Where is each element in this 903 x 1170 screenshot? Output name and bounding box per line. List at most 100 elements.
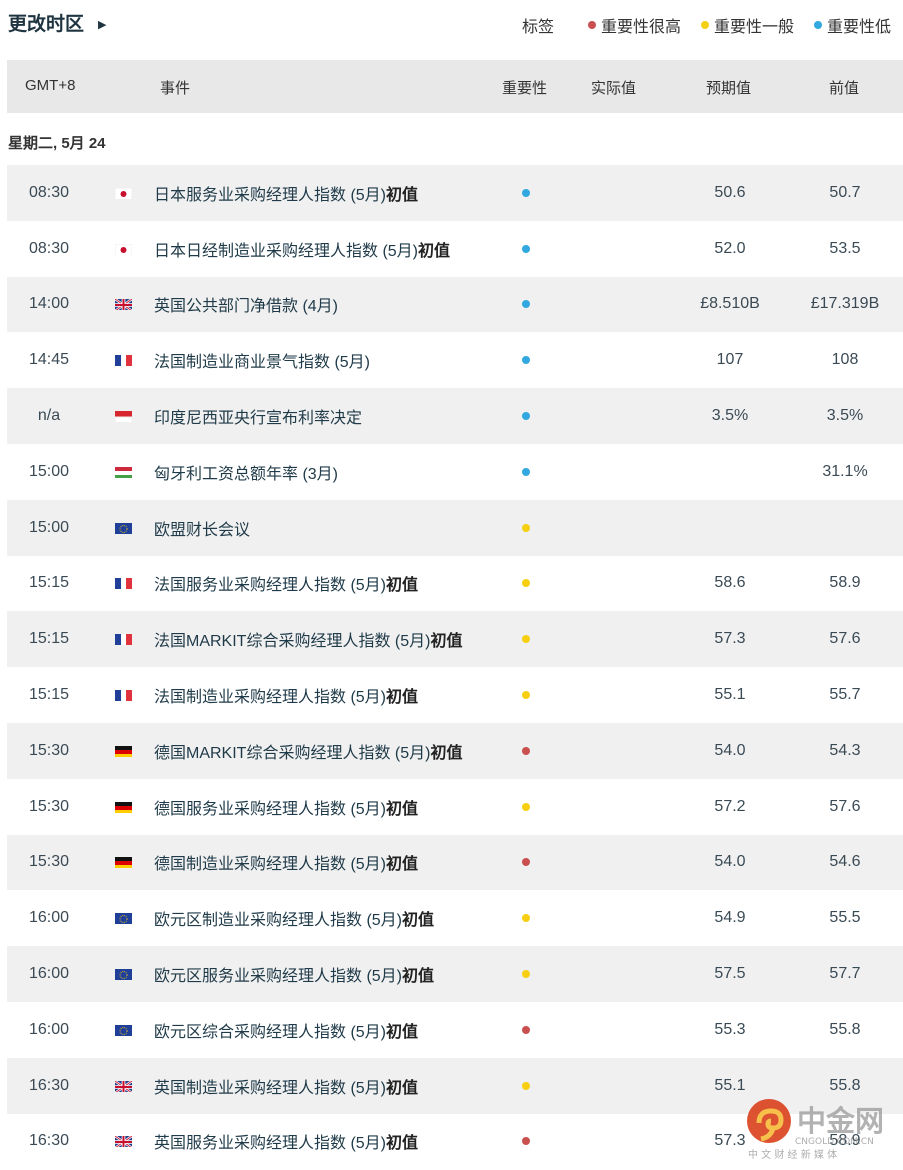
dot-icon: [813, 21, 822, 29]
importance-medium-dot-icon: [522, 579, 530, 588]
fr-flag-icon: [115, 633, 132, 646]
event-name[interactable]: 英国制造业采购经理人指数 (5月)初值: [154, 1074, 418, 1098]
previous-value: 108: [831, 351, 859, 369]
gb-flag-icon: [115, 298, 132, 311]
event-suffix: 初值: [386, 1135, 419, 1153]
table-row[interactable]: 15:30 德国MARKIT综合采购经理人指数 (5月)初值 54.0 54.3: [7, 722, 903, 779]
fr-flag-icon: [115, 354, 132, 367]
de-flag-icon: [115, 745, 132, 757]
event-title: 匈牙利工资总额年率 (3月): [154, 465, 339, 483]
table-row[interactable]: 14:00 英国公共部门净借款 (4月) £8.510B £17.319B: [7, 276, 903, 333]
importance-low-dot-icon: [522, 188, 530, 197]
event-name[interactable]: 匈牙利工资总额年率 (3月): [154, 460, 338, 484]
table-row[interactable]: 16:00 欧元区综合采购经理人指数 (5月)初值 55.3 55.8: [7, 1002, 903, 1058]
event-time: 15:15: [28, 686, 70, 704]
event-name[interactable]: 德国服务业采购经理人指数 (5月)初值: [154, 795, 418, 819]
de-flag-icon: [115, 801, 132, 813]
event-name[interactable]: 法国制造业商业景气指数 (5月): [154, 348, 370, 372]
forecast-value: 54.9: [714, 909, 746, 927]
table-row[interactable]: 08:30 日本服务业采购经理人指数 (5月)初值 50.6 50.7: [7, 165, 903, 221]
change-timezone-label: 更改时区: [8, 14, 85, 35]
forecast-value: 55.3: [714, 1020, 746, 1038]
event-time: 16:00: [28, 1020, 70, 1038]
event-time: 16:30: [28, 1076, 70, 1094]
table-row[interactable]: 15:15 法国制造业采购经理人指数 (5月)初值 55.1 55.7: [7, 667, 903, 723]
forecast-value: 57.3: [714, 630, 746, 648]
importance-medium-dot-icon: [522, 914, 530, 923]
event-time: 08:30: [28, 239, 70, 257]
importance-medium-dot-icon: [522, 802, 530, 811]
hu-flag-icon: [115, 466, 132, 478]
event-suffix: 初值: [386, 800, 419, 818]
table-row[interactable]: 15:15 法国服务业采购经理人指数 (5月)初值 58.6 58.9: [7, 556, 903, 612]
event-name[interactable]: 欧盟财长会议: [154, 516, 250, 540]
previous-value: 58.9: [829, 574, 861, 592]
eu-flag-icon: [115, 522, 132, 534]
table-row[interactable]: 16:30 英国服务业采购经理人指数 (5月)初值 57.3 58.9: [7, 1114, 903, 1170]
forecast-value: 57.3: [714, 1132, 746, 1150]
event-name[interactable]: 英国服务业采购经理人指数 (5月)初值: [154, 1129, 418, 1153]
table-row[interactable]: 15:00 欧盟财长会议: [7, 499, 903, 556]
event-time: 15:30: [28, 853, 70, 871]
event-name[interactable]: 欧元区服务业采购经理人指数 (5月)初值: [154, 962, 434, 986]
event-title: 欧元区综合采购经理人指数 (5月): [154, 1023, 387, 1041]
table-row[interactable]: 16:30 英国制造业采购经理人指数 (5月)初值 55.1 55.8: [7, 1057, 903, 1114]
event-suffix: 初值: [402, 968, 435, 986]
legend-high-label: 重要性很高: [600, 19, 681, 36]
table-row[interactable]: 08:30 日本日经制造业采购经理人指数 (5月)初值 52.0 53.5: [7, 221, 903, 277]
forecast-value: 57.5: [714, 965, 746, 983]
event-title: 欧元区制造业采购经理人指数 (5月): [154, 912, 403, 930]
jp-flag-icon: [115, 187, 132, 199]
column-time: GMT+8: [25, 77, 76, 94]
previous-value: 55.5: [829, 909, 861, 927]
previous-value: 31.1%: [822, 462, 868, 480]
table-row[interactable]: 15:15 法国MARKIT综合采购经理人指数 (5月)初值 57.3 57.6: [7, 611, 903, 668]
event-name[interactable]: 德国制造业采购经理人指数 (5月)初值: [154, 850, 418, 874]
gb-flag-icon: [115, 1079, 132, 1092]
table-row[interactable]: 16:00 欧元区服务业采购经理人指数 (5月)初值 57.5 57.7: [7, 946, 903, 1002]
table-row[interactable]: 14:45 法国制造业商业景气指数 (5月) 107 108: [7, 332, 903, 388]
importance-high-dot-icon: [522, 1025, 530, 1034]
event-name[interactable]: 德国MARKIT综合采购经理人指数 (5月)初值: [154, 739, 462, 763]
column-previous: 前值: [829, 80, 860, 97]
previous-value: 55.8: [829, 1076, 861, 1094]
importance-high-dot-icon: [522, 746, 530, 755]
event-title: 英国服务业采购经理人指数 (5月): [154, 1135, 387, 1153]
forecast-value: 55.1: [714, 1076, 746, 1094]
event-name[interactable]: 印度尼西亚央行宣布利率决定: [154, 404, 362, 428]
event-suffix: 初值: [418, 242, 451, 260]
event-time: n/a: [37, 407, 61, 425]
event-name[interactable]: 日本日经制造业采购经理人指数 (5月)初值: [154, 237, 450, 261]
table-row[interactable]: 15:30 德国制造业采购经理人指数 (5月)初值 54.0 54.6: [7, 834, 903, 891]
event-time: 15:00: [28, 518, 70, 536]
jp-flag-icon: [115, 243, 132, 255]
legend-medium: 重要性一般: [700, 13, 794, 37]
event-name[interactable]: 英国公共部门净借款 (4月): [154, 292, 338, 316]
event-title: 德国MARKIT综合采购经理人指数 (5月): [154, 744, 431, 762]
event-title: 德国制造业采购经理人指数 (5月): [154, 856, 387, 874]
event-title: 日本服务业采购经理人指数 (5月): [154, 186, 387, 204]
table-row[interactable]: 15:00 匈牙利工资总额年率 (3月) 31.1%: [7, 444, 903, 500]
event-name[interactable]: 法国服务业采购经理人指数 (5月)初值: [154, 571, 418, 595]
event-title: 英国制造业采购经理人指数 (5月): [154, 1079, 387, 1097]
event-suffix: 初值: [430, 633, 463, 651]
table-row[interactable]: 15:30 德国服务业采购经理人指数 (5月)初值 57.2 57.6: [7, 779, 903, 835]
event-name[interactable]: 欧元区制造业采购经理人指数 (5月)初值: [154, 906, 434, 930]
forecast-value: 55.1: [714, 686, 746, 704]
event-title: 欧盟财长会议: [154, 521, 251, 539]
event-name[interactable]: 欧元区综合采购经理人指数 (5月)初值: [154, 1018, 418, 1042]
event-time: 15:15: [28, 630, 70, 648]
table-header: GMT+8 事件 重要性 实际值 预期值 前值: [7, 60, 903, 113]
table-row[interactable]: n/a 印度尼西亚央行宣布利率决定 3.5% 3.5%: [7, 388, 903, 444]
dot-icon: [700, 21, 709, 29]
legend-low-label: 重要性低: [826, 19, 891, 36]
column-forecast: 预期值: [706, 80, 752, 97]
event-name[interactable]: 法国MARKIT综合采购经理人指数 (5月)初值: [154, 627, 462, 651]
table-row[interactable]: 16:00 欧元区制造业采购经理人指数 (5月)初值 54.9 55.5: [7, 890, 903, 946]
event-name[interactable]: 法国制造业采购经理人指数 (5月)初值: [154, 683, 418, 707]
change-timezone-button[interactable]: 更改时区 ▶: [8, 9, 106, 36]
legend-high: 重要性很高: [587, 13, 681, 37]
event-title: 日本日经制造业采购经理人指数 (5月): [154, 242, 419, 260]
legend-low: 重要性低: [813, 13, 891, 37]
event-name[interactable]: 日本服务业采购经理人指数 (5月)初值: [154, 181, 418, 205]
